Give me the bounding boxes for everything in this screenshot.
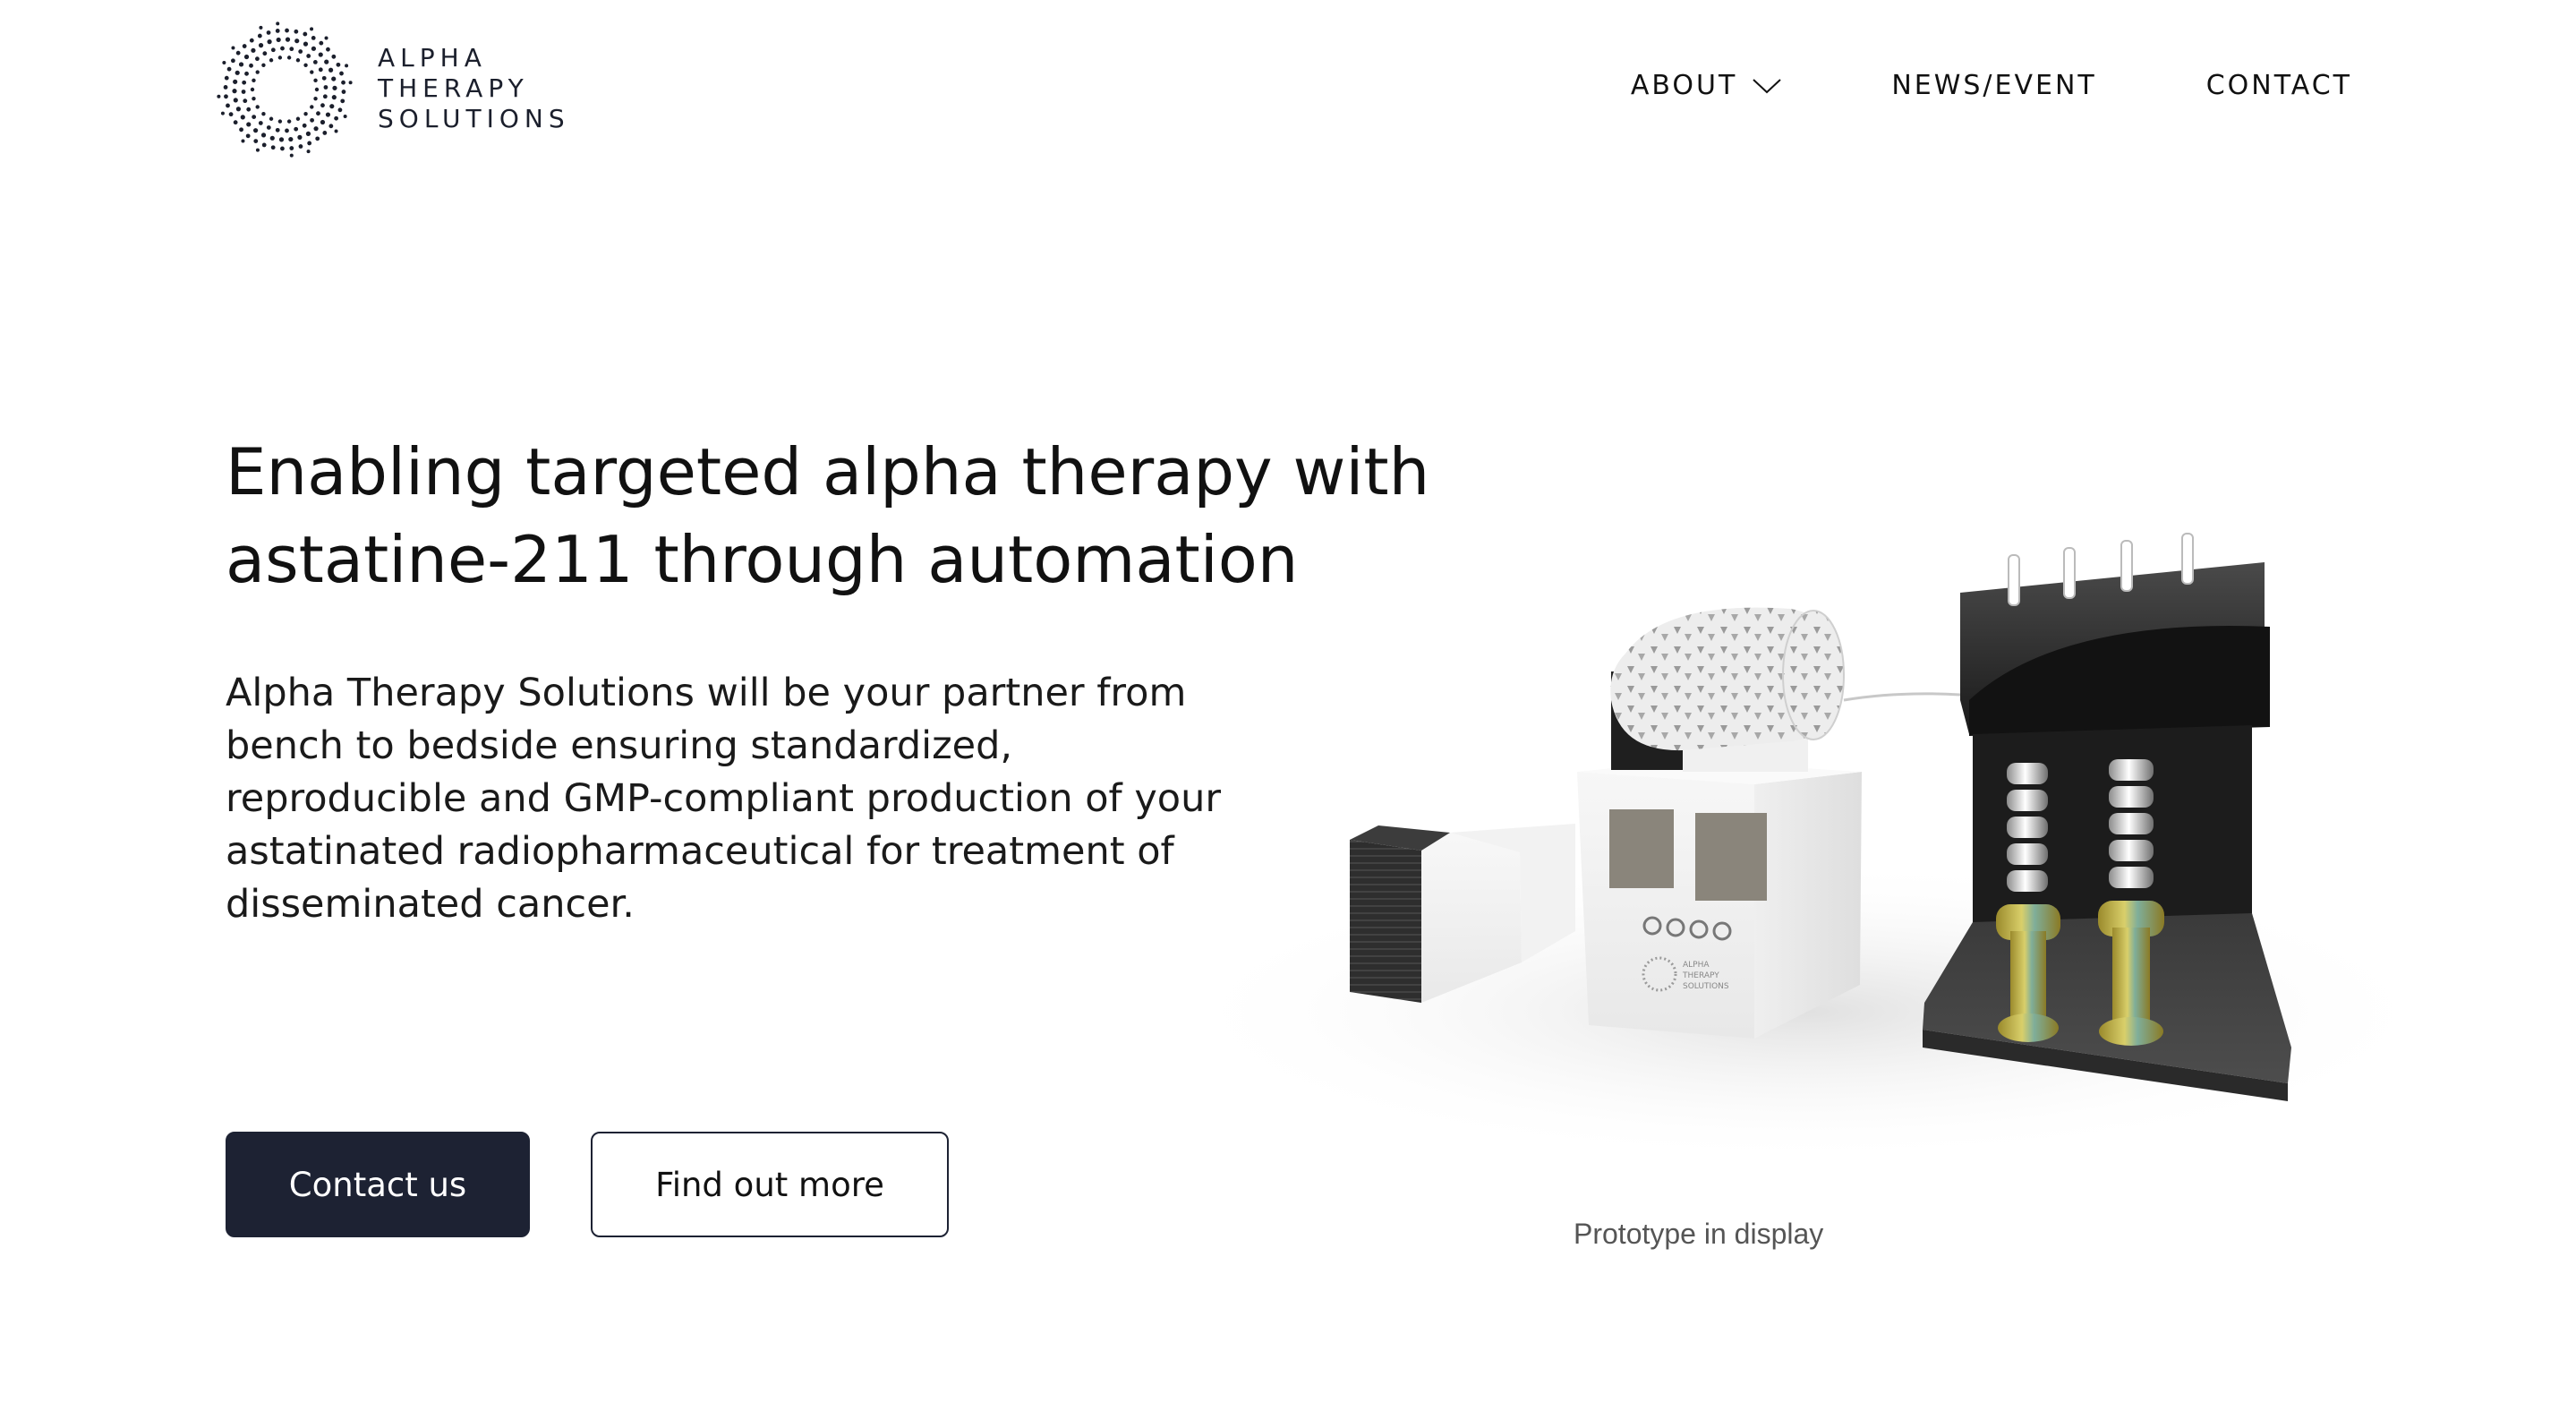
- nav-about-label: ABOUT: [1630, 70, 1738, 101]
- nav-about[interactable]: ABOUT: [1631, 70, 1782, 101]
- chrome-stack-right: [2109, 759, 2154, 888]
- device-label-line-3: SOLUTIONS: [1683, 982, 1729, 991]
- hero-description-line-5: disseminated cancer.: [226, 882, 635, 927]
- contact-us-button[interactable]: Contact us: [226, 1132, 530, 1237]
- image-caption: Prototype in display: [1574, 1218, 1824, 1250]
- hero-description-line-4: astatinated radiopharmaceutical for trea…: [226, 829, 1174, 874]
- brand-logo[interactable]: ALPHA THERAPY SOLUTIONS: [213, 18, 589, 161]
- hero-description: Alpha Therapy Solutions will be your par…: [226, 667, 1228, 931]
- device-label-line-2: THERAPY: [1682, 971, 1719, 980]
- nav-news-event[interactable]: NEWS/EVENT: [1891, 70, 2096, 101]
- brand-wordmark: ALPHA THERAPY SOLUTIONS: [378, 43, 570, 134]
- chevron-down-icon: [1753, 78, 1781, 93]
- nav-news-event-label: NEWS/EVENT: [1891, 70, 2097, 101]
- device-label-line-1: ALPHA: [1683, 961, 1710, 970]
- brand-line-2: THERAPY: [378, 73, 529, 103]
- nav-contact-label: CONTACT: [2205, 70, 2352, 101]
- hero-description-line-1: Alpha Therapy Solutions will be your par…: [226, 671, 1187, 715]
- find-out-more-button[interactable]: Find out more: [591, 1132, 949, 1237]
- prototype-image: ALPHA THERAPY SOLUTIONS: [1181, 533, 2452, 1164]
- main-nav: ABOUT NEWS/EVENT CONTACT: [1631, 70, 2352, 101]
- dotted-ring-logo-icon: [217, 21, 353, 158]
- brand-line-1: ALPHA: [378, 43, 487, 73]
- page: ALPHA THERAPY SOLUTIONS ABOUT NEWS/EVENT…: [0, 0, 2576, 1411]
- hero-description-line-3: reproducible and GMP-compliant productio…: [226, 776, 1222, 821]
- nav-contact[interactable]: CONTACT: [2206, 70, 2352, 101]
- hero-description-line-2: bench to bedside ensuring standardized,: [226, 723, 1013, 768]
- brand-line-3: SOLUTIONS: [378, 104, 570, 133]
- chrome-stack-left: [2007, 763, 2048, 892]
